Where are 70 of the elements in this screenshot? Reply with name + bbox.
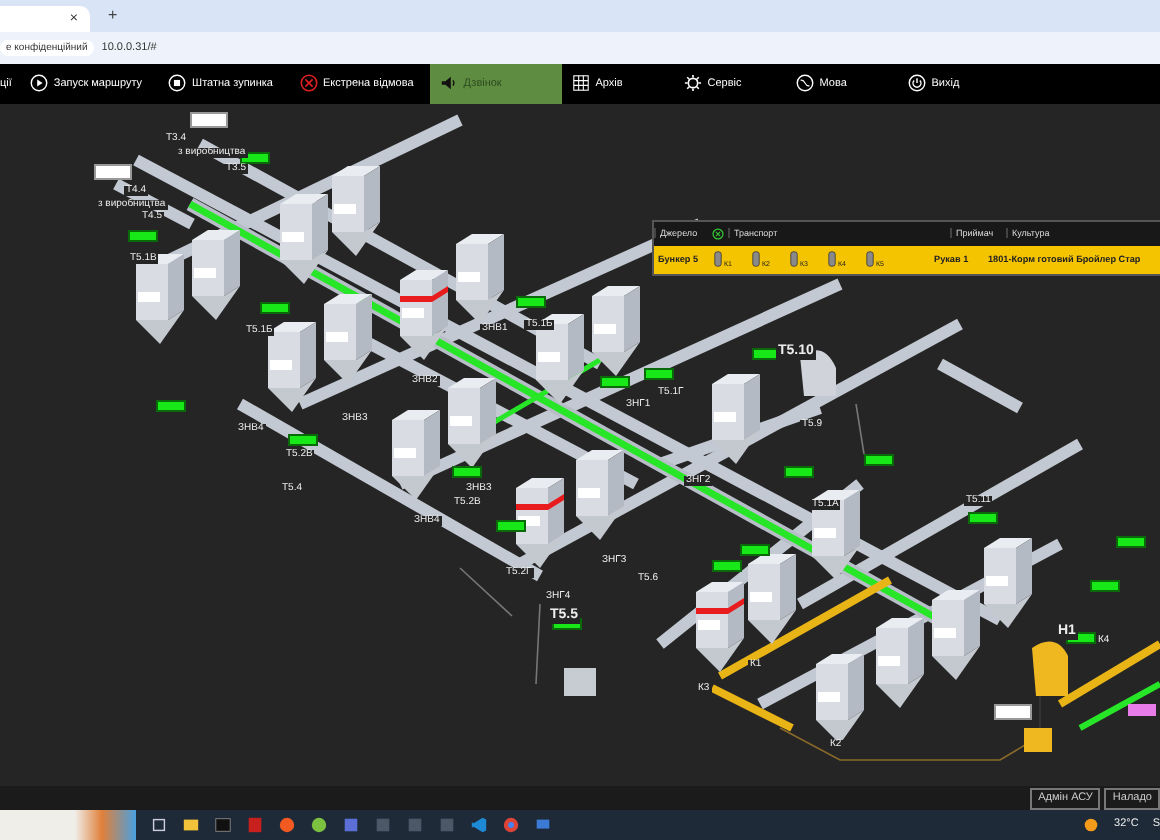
weather-icon[interactable] xyxy=(1082,815,1101,834)
widget-picture xyxy=(0,809,136,840)
status-indicator xyxy=(128,229,158,242)
status-indicator xyxy=(784,465,814,478)
silo-drawing xyxy=(592,285,640,376)
silo-drawing xyxy=(712,373,760,464)
route-belt-segment xyxy=(710,684,794,732)
new-tab-button[interactable]: + xyxy=(102,6,124,25)
status-indicator xyxy=(600,375,630,388)
speaker-icon xyxy=(439,74,458,93)
value-field xyxy=(190,111,228,128)
silo-drawing xyxy=(748,553,796,644)
power-icon xyxy=(907,74,926,93)
status-indicator xyxy=(712,559,742,572)
silo-drawing xyxy=(932,589,980,680)
status-indicator xyxy=(288,433,318,446)
grid-icon xyxy=(571,74,590,93)
silo-drawing xyxy=(448,377,496,468)
status-indicator xyxy=(156,399,186,412)
elevator-drawing xyxy=(1024,641,1068,752)
status-indicator xyxy=(496,519,526,532)
monitor-icon[interactable] xyxy=(534,815,552,834)
connection-line xyxy=(535,602,541,685)
silo-drawing xyxy=(816,653,864,744)
conveyor-icon xyxy=(866,250,874,269)
status-indicator xyxy=(968,511,998,524)
gate-drawing xyxy=(564,667,596,696)
conveyor-icon xyxy=(752,250,760,269)
silo-drawing xyxy=(696,581,744,672)
browser-icon[interactable] xyxy=(502,815,520,834)
silo-drawing xyxy=(984,537,1032,628)
conveyor-icon xyxy=(790,250,798,269)
terminal-icon[interactable] xyxy=(214,815,232,834)
silo-drawing xyxy=(516,477,564,568)
silo-drawing xyxy=(400,269,448,360)
silo-drawing xyxy=(876,617,924,708)
folder-icon[interactable] xyxy=(182,815,200,834)
silo-drawing xyxy=(392,409,440,500)
status-indicator xyxy=(1090,579,1120,592)
silo-drawing xyxy=(280,193,328,284)
cancel-icon xyxy=(299,74,317,93)
silo-drawing xyxy=(324,293,372,384)
pdf-icon[interactable] xyxy=(246,815,264,834)
code-editor-icon[interactable] xyxy=(470,815,488,834)
status-indicator xyxy=(1116,535,1146,548)
play-icon xyxy=(29,74,48,93)
silo-drawing xyxy=(812,489,860,580)
running-belt-segment xyxy=(1078,681,1160,731)
silo-drawing xyxy=(576,449,624,540)
silo-drawing xyxy=(456,233,504,324)
globe-icon xyxy=(795,74,814,93)
stop-icon xyxy=(168,74,187,93)
task-view-icon[interactable] xyxy=(150,815,168,834)
silo-drawing xyxy=(332,165,380,256)
value-field xyxy=(94,163,132,180)
settings-icon xyxy=(683,74,702,93)
status-indicator xyxy=(1128,703,1156,716)
conveyor-icon xyxy=(714,250,722,269)
status-indicator xyxy=(452,465,482,478)
silo-drawing xyxy=(268,321,316,412)
conveyor-icon xyxy=(828,250,836,269)
save-icon[interactable] xyxy=(342,815,360,834)
status-indicator xyxy=(260,301,290,314)
value-field xyxy=(994,703,1032,720)
connection-line xyxy=(855,402,865,455)
route-belt-segment xyxy=(1057,640,1160,708)
status-indicator xyxy=(864,453,894,466)
silo-drawing xyxy=(192,229,240,320)
status-icon xyxy=(712,227,724,240)
status-indicator xyxy=(740,543,770,556)
